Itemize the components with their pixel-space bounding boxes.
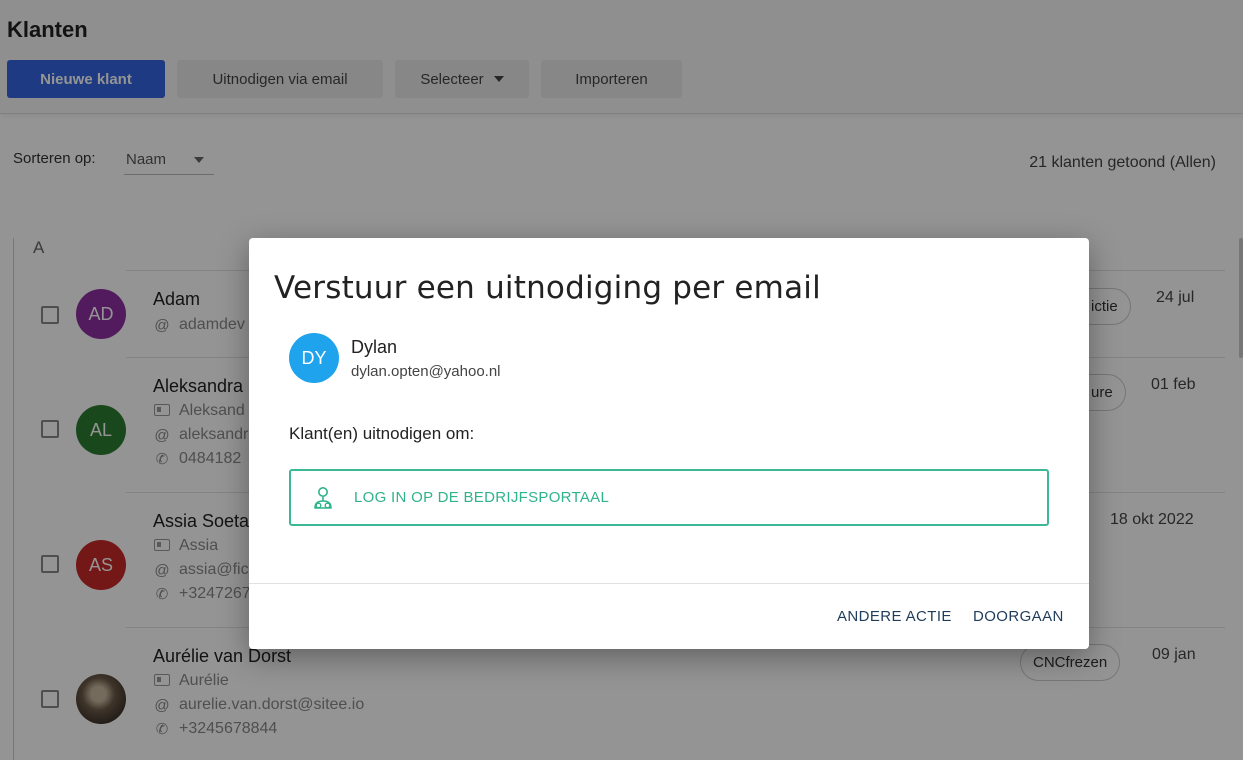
dialog-divider <box>249 583 1089 584</box>
user-group-icon <box>314 486 332 509</box>
avatar: DY <box>289 333 339 383</box>
portal-login-option[interactable]: LOG IN OP DE BEDRIJFSPORTAAL <box>289 469 1049 526</box>
client-email: dylan.opten@yahoo.nl <box>351 363 501 380</box>
invite-label: Klant(en) uitnodigen om: <box>289 424 475 443</box>
option-label: LOG IN OP DE BEDRIJFSPORTAAL <box>354 489 610 506</box>
continue-button[interactable]: DOORGAAN <box>973 608 1064 625</box>
invite-email-dialog: Verstuur een uitnodiging per email DY Dy… <box>249 238 1089 649</box>
client-name: Dylan <box>351 337 398 357</box>
dialog-title: Verstuur een uitnodiging per email <box>274 270 821 306</box>
other-action-button[interactable]: ANDERE ACTIE <box>837 608 952 625</box>
